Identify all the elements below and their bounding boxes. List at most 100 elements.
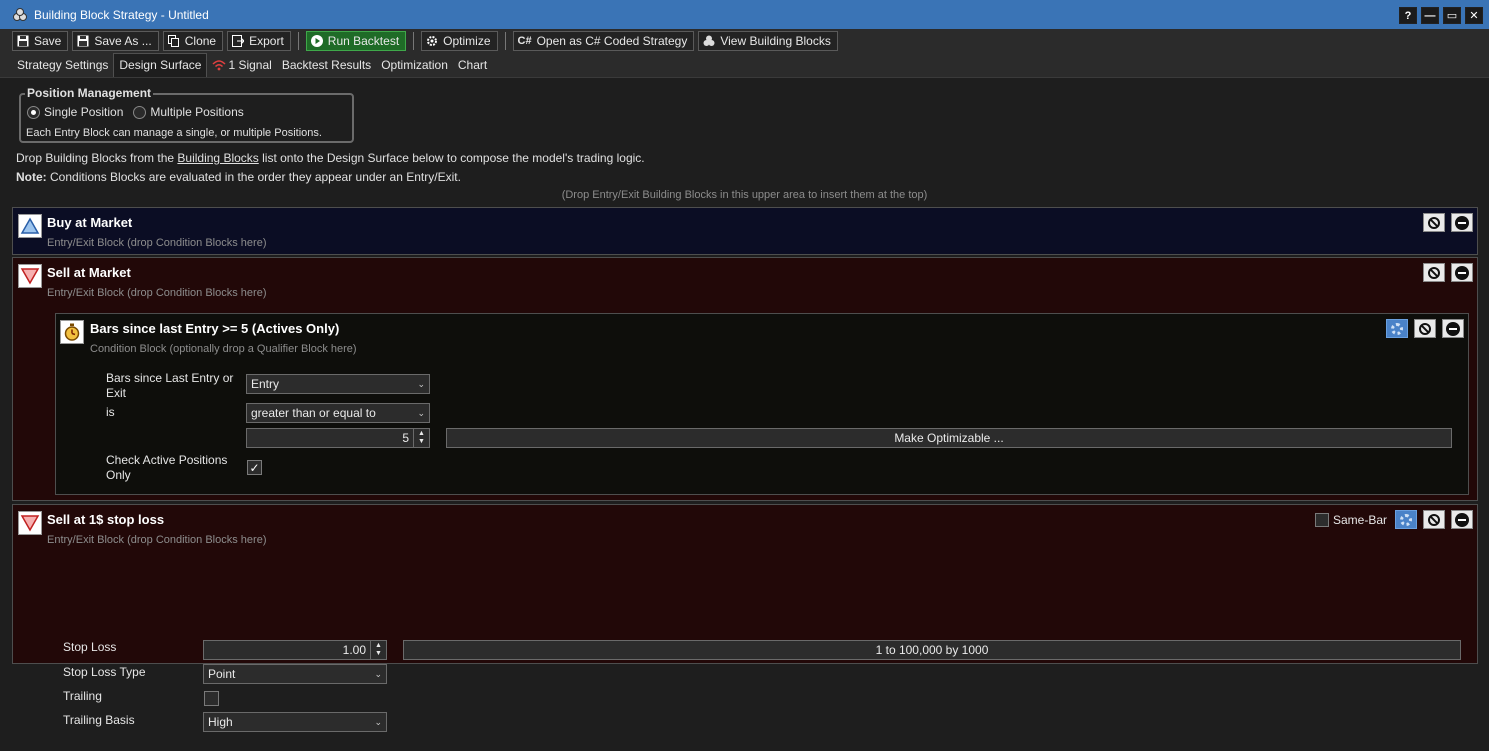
remove-button[interactable] (1451, 213, 1473, 232)
dropdown-value: Point (208, 667, 236, 681)
design-surface: Position Management Single Position Mult… (0, 78, 1489, 751)
stepper-value: 1.00 (342, 643, 366, 657)
export-button[interactable]: Export (227, 31, 291, 51)
multiple-positions-radio[interactable]: Multiple Positions (133, 105, 244, 119)
close-button[interactable]: ✕ (1465, 7, 1483, 24)
chevron-down-icon: ⌄ (374, 716, 382, 727)
checkbox-box (1314, 512, 1329, 527)
bars-count-stepper[interactable]: 5 ▲ ▼ (246, 428, 430, 448)
stop-loss-type-dropdown[interactable]: Point ⌄ (203, 664, 387, 684)
minimize-button[interactable]: — (1421, 7, 1439, 24)
sell-at-market-block[interactable]: Sell at Market Entry/Exit Block (drop Co… (12, 257, 1478, 501)
tab-label: 1 Signal (228, 58, 272, 72)
block-title: Buy at Market (47, 215, 133, 230)
same-bar-checkbox[interactable]: Same-Bar (1314, 512, 1387, 527)
block-title: Sell at 1$ stop loss (47, 512, 165, 527)
open-csharp-button[interactable]: C# Open as C# Coded Strategy (512, 31, 695, 51)
dropdown-value: Entry (251, 377, 280, 391)
bars-since-dropdown[interactable]: Entry ⌄ (246, 374, 430, 394)
gear-icon (1391, 322, 1403, 335)
settings-button[interactable] (1395, 510, 1417, 529)
stop-loss-type-label: Stop Loss Type (63, 665, 146, 679)
optimize-button[interactable]: Optimize (421, 31, 498, 51)
play-icon (310, 35, 323, 47)
sell-stop-loss-block[interactable]: Sell at 1$ stop loss Entry/Exit Block (d… (12, 504, 1478, 732)
disable-button[interactable] (1423, 510, 1445, 529)
maximize-button[interactable]: ▭ (1443, 7, 1461, 24)
save-as-button[interactable]: Save As ... (72, 31, 159, 51)
chevron-down-icon: ⌄ (374, 668, 382, 679)
csharp-icon: C# (517, 35, 532, 47)
stop-loss-stepper[interactable]: 1.00 ▲ ▼ (203, 640, 387, 660)
remove-button[interactable] (1451, 263, 1473, 282)
chevron-down-icon: ⌄ (417, 407, 425, 418)
check-active-checkbox[interactable]: ✓ (247, 460, 262, 475)
minus-icon (1455, 215, 1469, 230)
block-subtitle: Entry/Exit Block (drop Condition Blocks … (47, 237, 267, 249)
drop-hint: (Drop Entry/Exit Building Blocks in this… (561, 189, 928, 201)
note-label: Note: (16, 170, 47, 184)
minus-icon (1446, 321, 1460, 336)
save-button[interactable]: Save (12, 31, 69, 51)
tab-signal[interactable]: 1 Signal (207, 54, 276, 77)
buy-at-market-block[interactable]: Buy at Market Entry/Exit Block (drop Con… (12, 207, 1478, 255)
disable-icon (1428, 266, 1440, 279)
optimization-range-button[interactable]: 1 to 100,000 by 1000 (403, 640, 1461, 660)
view-building-blocks-button[interactable]: View Building Blocks (698, 31, 838, 51)
make-optimizable-button[interactable]: Make Optimizable ... (446, 428, 1452, 448)
settings-button[interactable] (1386, 319, 1408, 338)
tab-label: Design Surface (119, 58, 202, 72)
triangle-down-icon (18, 511, 42, 535)
tab-strategy-settings[interactable]: Strategy Settings (12, 54, 113, 77)
disable-button[interactable] (1423, 263, 1445, 282)
building-blocks-link[interactable]: Building Blocks (177, 151, 258, 165)
gear-icon (426, 35, 438, 47)
single-position-radio[interactable]: Single Position (27, 105, 123, 119)
tab-label: Chart (457, 58, 488, 72)
tab-backtest-results[interactable]: Backtest Results (277, 54, 376, 77)
tab-chart[interactable]: Chart (453, 54, 492, 77)
disable-button[interactable] (1423, 213, 1445, 232)
building-blocks-icon (12, 7, 28, 23)
tab-bar: Strategy Settings Design Surface 1 Signa… (0, 53, 1489, 78)
dropdown-value: greater than or equal to (251, 406, 376, 420)
save-label: Save (34, 34, 62, 48)
trailing-basis-label: Trailing Basis (63, 713, 135, 727)
help-button[interactable]: ? (1399, 7, 1417, 24)
stop-loss-label: Stop Loss (63, 640, 117, 654)
block-subtitle: Entry/Exit Block (drop Condition Blocks … (47, 534, 267, 546)
chevron-down-icon: ⌄ (417, 378, 425, 389)
trailing-basis-dropdown[interactable]: High ⌄ (203, 712, 387, 732)
position-management-description: Each Entry Block can manage a single, or… (26, 127, 322, 139)
export-icon (232, 35, 245, 47)
tab-design-surface[interactable]: Design Surface (113, 53, 208, 77)
spin-arrows-icon[interactable]: ▲ ▼ (413, 429, 429, 447)
condition-subtitle: Condition Block (optionally drop a Quali… (90, 343, 357, 355)
view-building-blocks-label: View Building Blocks (720, 34, 831, 48)
minus-icon (1455, 265, 1469, 280)
spin-arrows-icon[interactable]: ▲ ▼ (370, 641, 386, 659)
remove-button[interactable] (1451, 510, 1473, 529)
clone-button[interactable]: Clone (162, 31, 224, 51)
window-titlebar: Building Block Strategy - Untitled ? — ▭… (0, 0, 1489, 29)
export-label: Export (249, 34, 284, 48)
disable-button[interactable] (1414, 319, 1436, 338)
run-backtest-button[interactable]: Run Backtest (305, 31, 407, 51)
radio-label: Multiple Positions (150, 105, 244, 119)
check-active-label: Check Active Positions Only (106, 453, 228, 482)
condition-block[interactable]: Bars since last Entry >= 5 (Actives Only… (55, 313, 1469, 495)
trailing-checkbox[interactable] (204, 691, 219, 706)
disable-icon (1428, 216, 1440, 229)
toolbar-separator (504, 32, 506, 50)
instructions-line: Drop Building Blocks from the Building B… (16, 151, 645, 165)
disable-icon (1428, 513, 1440, 526)
tab-optimization[interactable]: Optimization (376, 54, 453, 77)
radio-indicator (133, 105, 147, 119)
condition-title: Bars since last Entry >= 5 (Actives Only… (90, 321, 340, 336)
signal-icon (212, 59, 226, 71)
gear-icon (1400, 513, 1412, 526)
note-text: Conditions Blocks are evaluated in the o… (46, 170, 461, 184)
tab-label: Optimization (381, 58, 448, 72)
remove-button[interactable] (1442, 319, 1464, 338)
comparison-dropdown[interactable]: greater than or equal to ⌄ (246, 403, 430, 423)
